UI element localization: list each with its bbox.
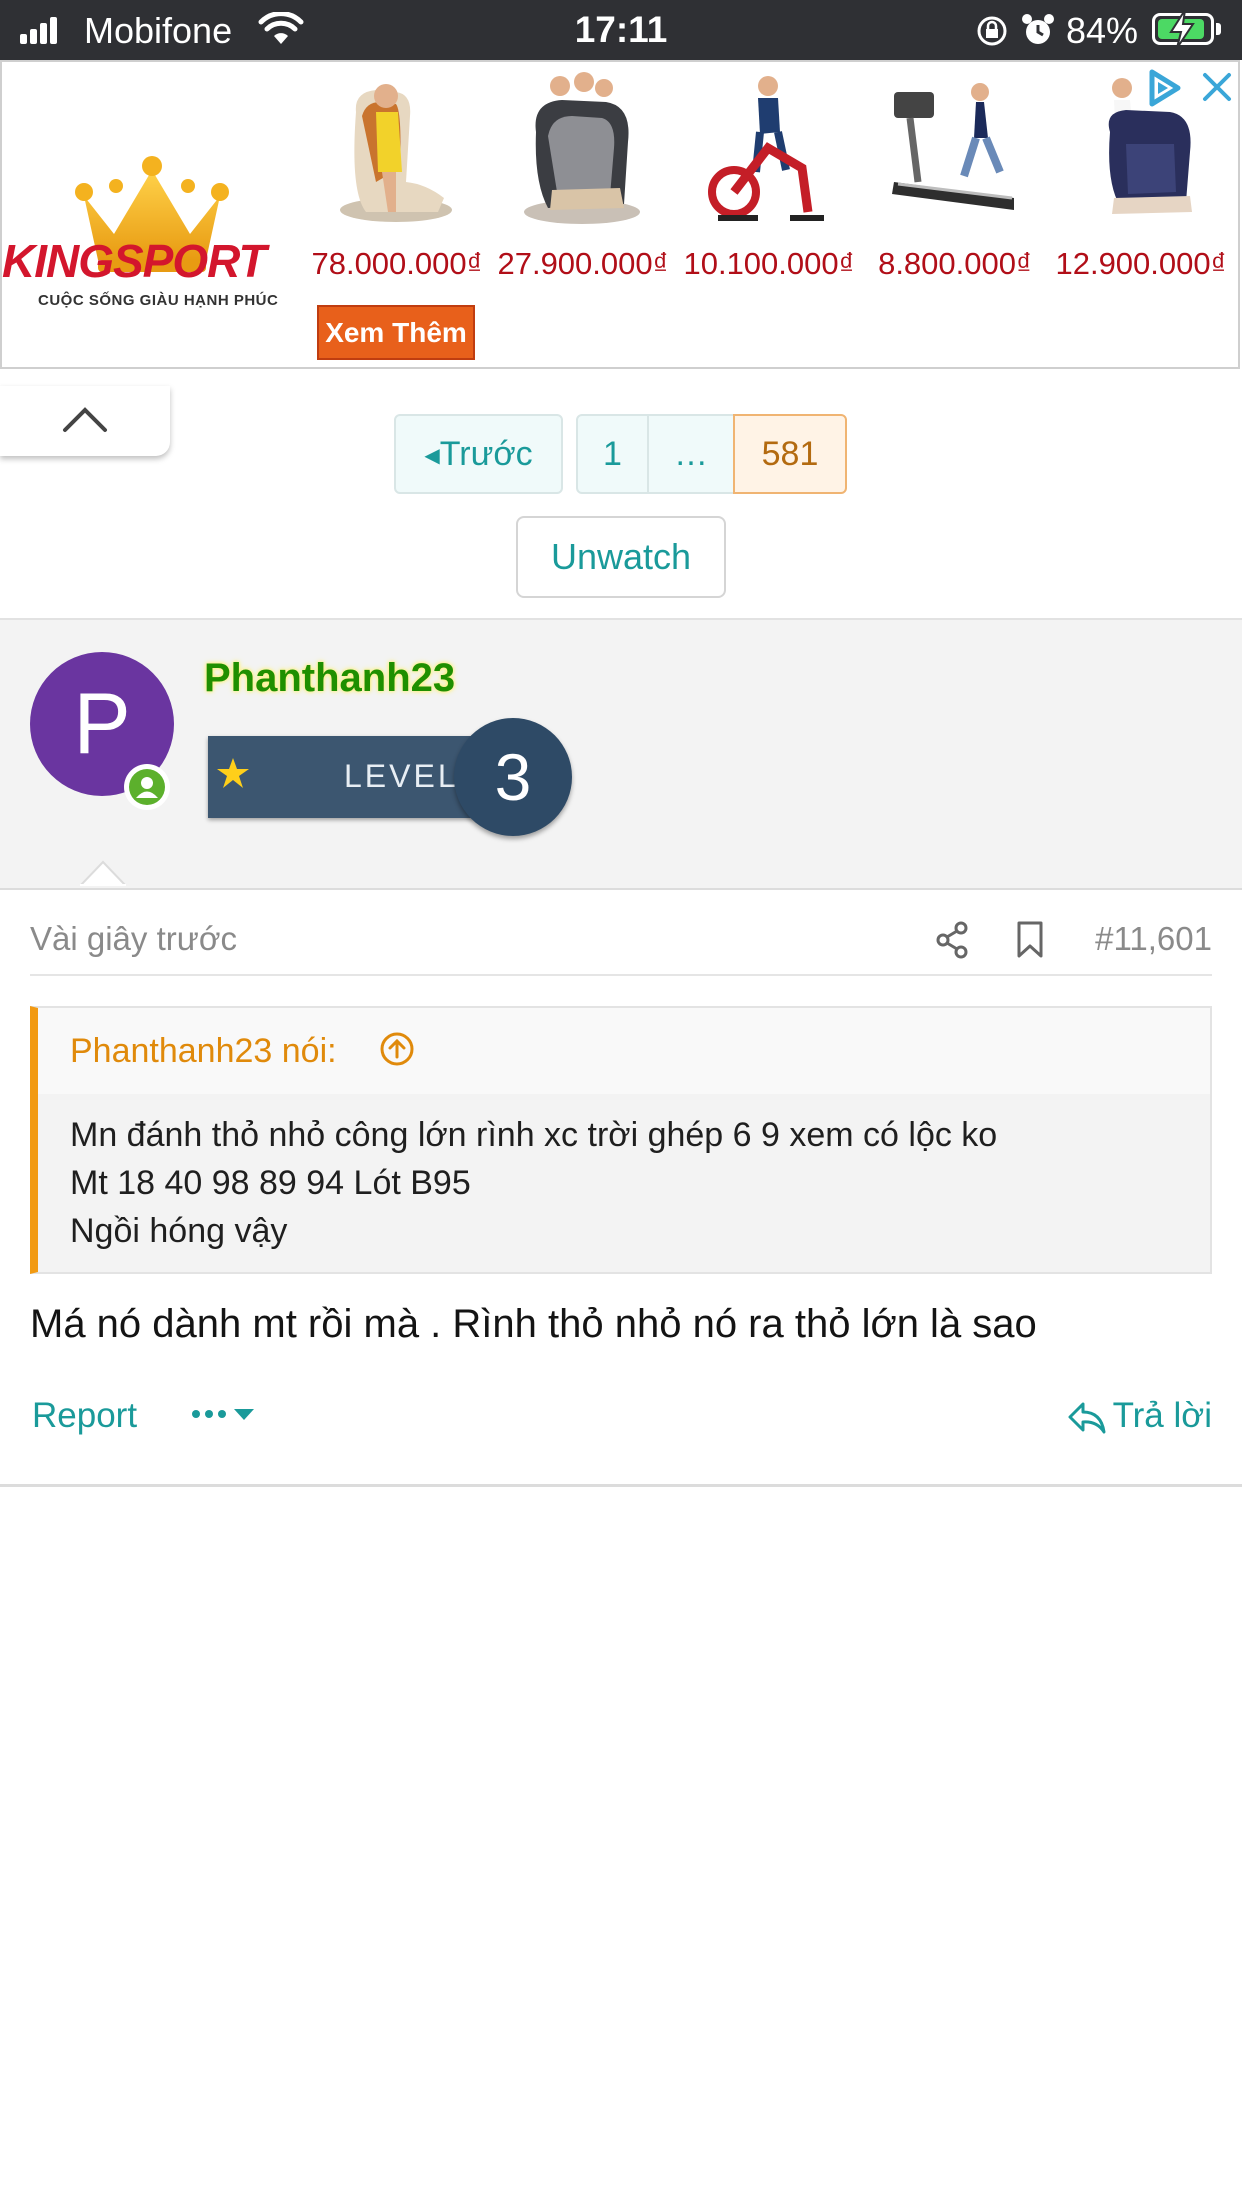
ad-banner[interactable]: KINGSPORT CUỘC SỐNG GIÀU HẠNH PHÚC 78.00…	[0, 60, 1240, 369]
ad-price: 12.900.000₫	[1055, 246, 1227, 281]
ad-product[interactable]: 27.900.000₫	[490, 62, 676, 302]
quote-text-line: Mt 18 40 98 89 94 Lót B95	[70, 1164, 471, 1202]
alarm-icon	[1022, 14, 1054, 44]
ad-price: 8.800.000₫	[878, 246, 1032, 281]
post-message: Má nó dành mt rồi mà . Rình thỏ nhỏ nó r…	[30, 1302, 1037, 1346]
rotation-lock-icon	[977, 16, 1007, 46]
ad-price: 27.900.000₫	[497, 246, 669, 281]
previous-page-button[interactable]: ◀Trước	[394, 414, 563, 494]
bookmark-icon[interactable]	[1014, 920, 1046, 960]
massage-chair-icon	[524, 72, 640, 224]
quote-header: Phanthanh23 nói:	[38, 1008, 1210, 1094]
battery-percentage: 84%	[1066, 10, 1139, 51]
post-actions: Report Trả lời	[30, 1394, 1212, 1444]
post-pointer-arrow	[80, 860, 126, 886]
share-icon[interactable]	[934, 920, 970, 960]
ad-price: 78.000.000₫	[311, 246, 483, 281]
report-button[interactable]: Report	[32, 1396, 137, 1436]
reply-button[interactable]: Trả lời	[1068, 1396, 1212, 1436]
online-status-icon	[124, 764, 170, 810]
ad-product[interactable]: 10.100.000₫	[676, 62, 862, 302]
massage-chair-icon	[1108, 78, 1192, 214]
page-jump-button[interactable]: …	[647, 414, 735, 494]
battery-icon	[1152, 10, 1214, 48]
massage-chair-icon	[340, 84, 452, 222]
reply-arrow-icon	[1068, 1402, 1106, 1434]
quote-text-line: Mn đánh thỏ nhỏ công lớn rình xc trời gh…	[70, 1116, 998, 1154]
ad-slogan: CUỘC SỐNG GIÀU HẠNH PHÚC	[38, 292, 279, 309]
quote-block: Phanthanh23 nói: Mn đánh thỏ nhỏ công lớ…	[30, 1006, 1212, 1274]
level-label: LEVEL	[344, 758, 459, 794]
star-icon	[217, 758, 249, 788]
ad-close-icon[interactable]	[1200, 70, 1234, 104]
ad-choices-icon[interactable]	[1144, 68, 1184, 108]
exercise-bike-icon	[708, 76, 824, 221]
pagination: ◀Trước 1 … 581	[0, 414, 1242, 496]
unwatch-button[interactable]: Unwatch	[516, 516, 726, 598]
post-user-header: P Phanthanh23 LEVEL 3	[0, 618, 1242, 890]
caret-left-icon: ◀	[424, 445, 440, 468]
post-timestamp[interactable]: Vài giây trước	[30, 920, 237, 958]
page-1-button[interactable]: 1	[576, 414, 649, 494]
ad-product[interactable]: 8.800.000₫	[862, 62, 1048, 302]
ad-brand-name: KINGSPORT	[2, 235, 267, 287]
username-link[interactable]: Phanthanh23	[204, 656, 455, 701]
more-options-icon[interactable]	[190, 1400, 260, 1436]
treadmill-icon	[892, 83, 1014, 210]
quote-text-line: Ngồi hóng vậy	[70, 1212, 288, 1250]
current-page-button[interactable]: 581	[733, 414, 847, 494]
ad-see-more-button[interactable]: Xem Thêm	[317, 305, 475, 360]
post-divider	[0, 1484, 1242, 1487]
ad-product[interactable]: 78.000.000₫	[304, 62, 490, 302]
ad-price: 10.100.000₫	[683, 246, 855, 281]
post-number-link[interactable]: #11,601	[1095, 920, 1212, 958]
quote-author-link[interactable]: Phanthanh23 nói:	[70, 1032, 337, 1071]
level-number: 3	[454, 718, 572, 836]
post-meta: Vài giây trước #11,601	[30, 918, 1212, 976]
arrow-up-circle-icon[interactable]	[378, 1030, 416, 1068]
level-badge: LEVEL 3	[206, 716, 576, 844]
status-bar: Mobifone 17:11 84%	[0, 0, 1242, 60]
